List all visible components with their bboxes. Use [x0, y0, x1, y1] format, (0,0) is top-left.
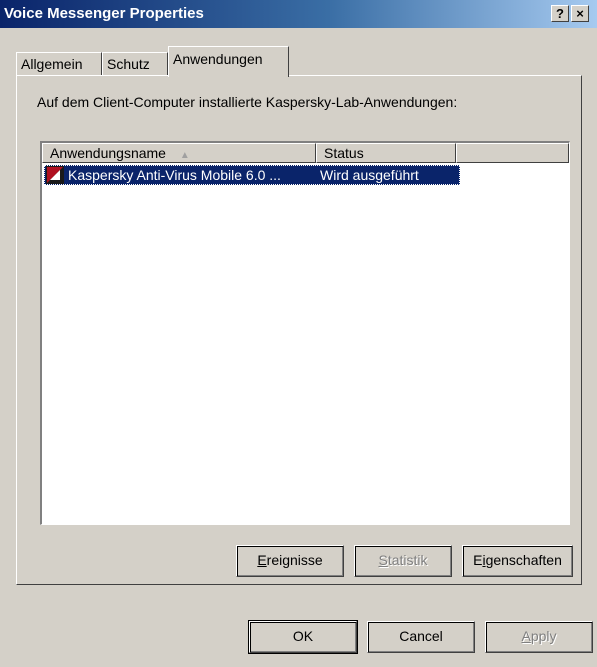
button-label: reignisse: [266, 552, 323, 568]
tab-anwendungen[interactable]: Anwendungen: [168, 46, 289, 77]
button-mnemonic: S: [378, 552, 388, 568]
installed-apps-label: Auf dem Client-Computer installierte Kas…: [37, 94, 458, 110]
events-button[interactable]: Ereignisse: [236, 545, 344, 577]
column-header-filler: [456, 143, 569, 163]
title-bar: Voice Messenger Properties ? ×: [0, 0, 597, 28]
tab-allgemein[interactable]: Allgemein: [16, 52, 102, 76]
column-header-label: Anwendungsname: [50, 145, 166, 161]
column-header-status[interactable]: Status: [316, 143, 456, 163]
button-label: OK: [292, 628, 314, 644]
properties-button[interactable]: Eigenschaften: [462, 545, 573, 577]
window-title: Voice Messenger Properties: [4, 5, 204, 22]
sort-ascending-icon: ▲: [179, 150, 190, 161]
button-mnemonic: E: [257, 552, 267, 568]
tab-label: Allgemein: [21, 56, 83, 72]
statistics-button[interactable]: Statistik: [354, 545, 452, 577]
tab-schutz[interactable]: Schutz: [102, 52, 168, 76]
close-button[interactable]: ×: [571, 5, 589, 22]
button-label: pply: [530, 628, 557, 644]
table-row[interactable]: Kaspersky Anti-Virus Mobile 6.0 ... Wird…: [44, 165, 460, 185]
tab-label: Anwendungen: [173, 51, 263, 67]
button-label: Cancel: [399, 628, 443, 644]
column-header-name[interactable]: Anwendungsname ▲: [42, 143, 316, 163]
button-label: genschaften: [485, 552, 562, 568]
button-label: tatistik: [387, 552, 428, 568]
help-button[interactable]: ?: [551, 5, 569, 22]
focus-rectangle: [44, 165, 460, 185]
close-icon: ×: [576, 6, 584, 21]
applications-list[interactable]: Anwendungsname ▲ Status Kaspersky Anti-V…: [40, 141, 570, 525]
cancel-button[interactable]: Cancel: [367, 621, 475, 653]
tab-panel-anwendungen: Auf dem Client-Computer installierte Kas…: [16, 75, 582, 585]
apply-button[interactable]: Apply: [485, 621, 593, 653]
list-header: Anwendungsname ▲ Status: [42, 143, 569, 163]
help-icon: ?: [556, 6, 564, 21]
column-header-label: Status: [324, 145, 364, 161]
button-mnemonic: A: [521, 628, 531, 644]
ok-button[interactable]: OK: [248, 620, 358, 654]
tab-label: Schutz: [107, 56, 150, 72]
